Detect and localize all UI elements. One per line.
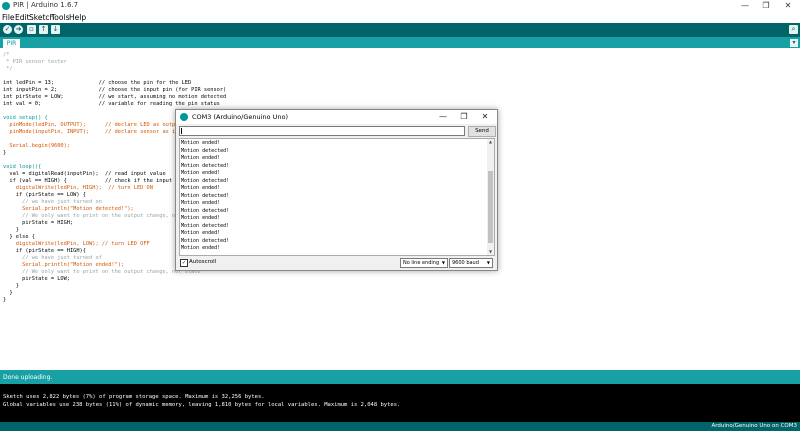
output-line: Motion ended!	[181, 170, 221, 176]
menu-help[interactable]: Help	[69, 13, 86, 22]
output-line: Motion ended!	[181, 185, 221, 191]
code-line: void loop(){	[3, 164, 42, 170]
code-line: }	[3, 150, 7, 156]
menu-edit[interactable]: Edit	[15, 13, 30, 22]
window-title: PIR | Arduino 1.6.7	[13, 1, 79, 9]
code-line: void setup() {	[3, 115, 48, 121]
output-line: Motion detected!	[181, 147, 230, 154]
serial-scrollbar[interactable]: ▲ ▼	[487, 139, 494, 255]
output-line: Motion ended!	[181, 230, 221, 236]
scrollbar-thumb[interactable]	[488, 171, 493, 243]
serial-title-bar: COM3 (Arduino/Genuino Uno) — ❐ ✕	[176, 110, 497, 124]
code-line: pinMode(inputPin, INPUT); // declare sen…	[3, 129, 188, 135]
autoscroll-checkbox[interactable]: ✓	[180, 259, 188, 267]
code-line: }	[3, 297, 7, 303]
code-line: } else {	[3, 234, 35, 240]
serial-input[interactable]	[179, 126, 465, 136]
code-line: pinMode(ledPin, OUTPUT); // declare LED …	[3, 122, 182, 128]
status-message: Done uploading.	[3, 374, 53, 381]
line-ending-value: No line ending	[403, 260, 440, 266]
chevron-down-icon: ▼	[441, 260, 445, 265]
code-line: * PIR sensor tester	[3, 59, 67, 65]
baud-rate-value: 9600 baud	[452, 260, 479, 266]
close-button[interactable]: ✕	[778, 0, 798, 12]
arduino-logo-icon	[2, 2, 10, 10]
output-line: Motion ended!	[181, 215, 221, 221]
output-line: Motion detected!	[181, 222, 230, 229]
board-info: Arduino/Genuino Uno on COM3	[711, 423, 797, 429]
menu-file[interactable]: File	[2, 13, 15, 22]
serial-monitor-button[interactable]: ⌕	[789, 25, 798, 34]
code-line: }	[3, 283, 19, 289]
code-line: Serial.println("Motion ended!");	[3, 262, 125, 268]
code-line: // we have just turned on	[3, 199, 102, 205]
output-line: Motion ended!	[181, 140, 221, 146]
code-line: if (val == HIGH) { // check if the input…	[3, 178, 198, 184]
arduino-logo-icon	[180, 113, 188, 121]
code-line: // we have just turned of	[3, 255, 102, 261]
tab-pir[interactable]: PIR	[3, 39, 20, 48]
code-line: val = digitalRead(inputPin); // read inp…	[3, 171, 166, 177]
serial-output[interactable]: Motion ended! Motion detected! Motion en…	[179, 138, 495, 256]
autoscroll-label: Autoscroll	[189, 259, 217, 265]
code-line: }	[3, 290, 13, 296]
save-sketch-button[interactable]: ↓	[51, 25, 60, 34]
code-line: // We only want to print on the output c…	[3, 269, 201, 275]
output-line: Motion ended!	[181, 200, 221, 206]
toolbar: ✓ ➜ ▫ ↑ ↓ ⌕	[0, 23, 800, 37]
verify-button[interactable]: ✓	[3, 25, 12, 34]
output-line: Motion detected!	[181, 237, 230, 244]
code-line: // We only want to print on the output c…	[3, 213, 201, 219]
code-line: Serial.println("Motion detected!");	[3, 206, 134, 212]
open-sketch-button[interactable]: ↑	[39, 25, 48, 34]
output-line: Motion ended!	[181, 155, 221, 161]
baud-rate-select[interactable]: 9600 baud ▼	[449, 258, 493, 268]
output-line: Motion detected!	[181, 162, 230, 169]
new-sketch-button[interactable]: ▫	[27, 25, 36, 34]
serial-close-button[interactable]: ✕	[475, 111, 495, 123]
code-line: if (pirState == LOW) {	[3, 192, 86, 198]
serial-monitor-window: COM3 (Arduino/Genuino Uno) — ❐ ✕ Send Mo…	[175, 109, 498, 271]
scroll-up-icon[interactable]: ▲	[487, 139, 494, 145]
maximize-button[interactable]: ❐	[756, 0, 776, 12]
menu-tools[interactable]: Tools	[51, 13, 69, 22]
chevron-down-icon: ▼	[486, 260, 490, 265]
code-line: */	[3, 66, 13, 72]
code-line: /*	[3, 52, 10, 58]
output-line: Motion ended!	[181, 245, 221, 251]
code-line: int pirState = LOW; // we start, assumin…	[3, 94, 227, 100]
text-caret	[181, 128, 182, 134]
serial-minimize-button[interactable]: —	[433, 111, 453, 123]
status-bar: Done uploading.	[0, 370, 800, 384]
console-line: Global variables use 238 bytes (11%) of …	[3, 402, 401, 408]
scroll-down-icon[interactable]: ▼	[487, 249, 494, 255]
console-line: Sketch uses 2,822 bytes (7%) of program …	[3, 394, 265, 400]
code-line: digitalWrite(ledPin, LOW); // turn LED O…	[3, 241, 150, 247]
code-line: pirState = HIGH;	[3, 220, 74, 226]
code-line: if (pirState == HIGH){	[3, 248, 86, 254]
title-bar: PIR | Arduino 1.6.7 — ❐ ✕	[0, 0, 800, 12]
serial-footer: ✓ Autoscroll No line ending ▼ 9600 baud …	[176, 256, 497, 270]
code-line: digitalWrite(ledPin, HIGH); // turn LED …	[3, 185, 153, 191]
tab-bar: PIR ▾	[0, 37, 800, 48]
serial-title: COM3 (Arduino/Genuino Uno)	[192, 113, 288, 121]
output-line: Motion detected!	[181, 177, 230, 184]
footer-bar: Arduino/Genuino Uno on COM3	[0, 422, 800, 431]
send-button[interactable]: Send	[468, 126, 496, 137]
tab-menu-button[interactable]: ▾	[790, 39, 798, 47]
console-output: Sketch uses 2,822 bytes (7%) of program …	[0, 384, 800, 422]
code-line: pirState = LOW;	[3, 276, 70, 282]
output-line: Motion detected!	[181, 192, 230, 199]
menu-bar: File Edit Sketch Tools Help	[0, 12, 800, 23]
code-line: int val = 0; // variable for reading the…	[3, 101, 220, 107]
code-line: int inputPin = 2; // choose the input pi…	[3, 87, 227, 93]
upload-button[interactable]: ➜	[14, 25, 23, 34]
code-line: Serial.begin(9600);	[3, 143, 70, 149]
code-line: }	[3, 227, 19, 233]
serial-maximize-button[interactable]: ❐	[454, 111, 474, 123]
code-line: int ledPin = 13; // choose the pin for t…	[3, 80, 192, 86]
output-line: Motion detected!	[181, 207, 230, 214]
minimize-button[interactable]: —	[735, 0, 755, 12]
line-ending-select[interactable]: No line ending ▼	[400, 258, 448, 268]
